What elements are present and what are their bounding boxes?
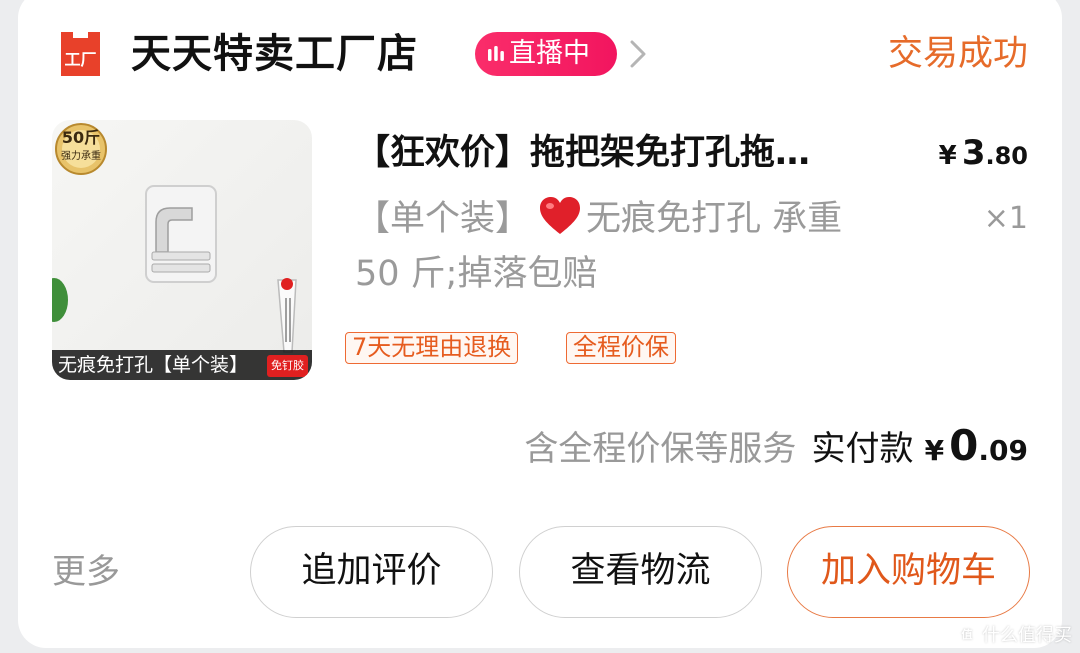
sku-prefix: 【单个装】 bbox=[355, 199, 531, 239]
sku-line-1: 【单个装】 无痕免打孔 承重 bbox=[355, 191, 842, 247]
price-integer: 3 bbox=[961, 133, 986, 173]
watermark: 值 什么值得买 bbox=[956, 621, 1072, 647]
add-to-cart-button[interactable]: 加入购物车 bbox=[787, 526, 1030, 618]
product-title[interactable]: 【狂欢价】拖把架免打孔拖… bbox=[355, 128, 810, 178]
payment-row: 含全程价保等服务 实付款 ¥ 0.09 bbox=[524, 416, 1028, 485]
seal-main: 50斤 bbox=[61, 128, 101, 147]
watermark-text: 什么值得买 bbox=[982, 625, 1072, 646]
price-currency: ¥ bbox=[938, 141, 957, 171]
seal-sub: 强力承重 bbox=[61, 151, 101, 162]
service-tag-price-protect: 全程价保 bbox=[566, 332, 676, 364]
price-decimal: .80 bbox=[985, 142, 1028, 170]
store-tag-icon: 工厂 bbox=[61, 32, 100, 76]
shop-name[interactable]: 天天特卖工厂店 bbox=[131, 26, 418, 82]
product-price: ¥ 3.80 bbox=[939, 128, 1028, 184]
add-review-button[interactable]: 追加评价 bbox=[250, 526, 493, 618]
logo-text: 工厂 bbox=[64, 50, 96, 69]
payment-decimal: .09 bbox=[978, 434, 1028, 467]
payment-label: 实付款 bbox=[811, 429, 914, 469]
red-heart-icon bbox=[540, 197, 581, 234]
payment-service-note: 含全程价保等服务 bbox=[524, 429, 797, 469]
payment-integer: 0 bbox=[949, 421, 979, 470]
quantity: ×1 bbox=[983, 201, 1028, 236]
live-badge[interactable]: 直播中 bbox=[475, 32, 617, 76]
smzdm-logo-icon: 值 bbox=[957, 624, 977, 644]
order-status: 交易成功 bbox=[887, 34, 1028, 74]
sku-line-2: 50 斤;掉落包赔 bbox=[355, 254, 598, 294]
svg-text:值: 值 bbox=[962, 627, 973, 641]
live-bars-icon bbox=[488, 46, 504, 61]
sku-desc-1: 无痕免打孔 承重 bbox=[586, 199, 843, 239]
image-tag: 免钉胶 bbox=[267, 355, 308, 377]
payment-currency: ¥ bbox=[924, 434, 945, 467]
live-badge-label: 直播中 bbox=[509, 38, 590, 69]
service-tag-return: 7天无理由退换 bbox=[345, 332, 519, 364]
chevron-right-icon[interactable] bbox=[627, 38, 649, 70]
more-button[interactable]: 更多 bbox=[52, 544, 120, 600]
view-logistics-button[interactable]: 查看物流 bbox=[519, 526, 762, 618]
